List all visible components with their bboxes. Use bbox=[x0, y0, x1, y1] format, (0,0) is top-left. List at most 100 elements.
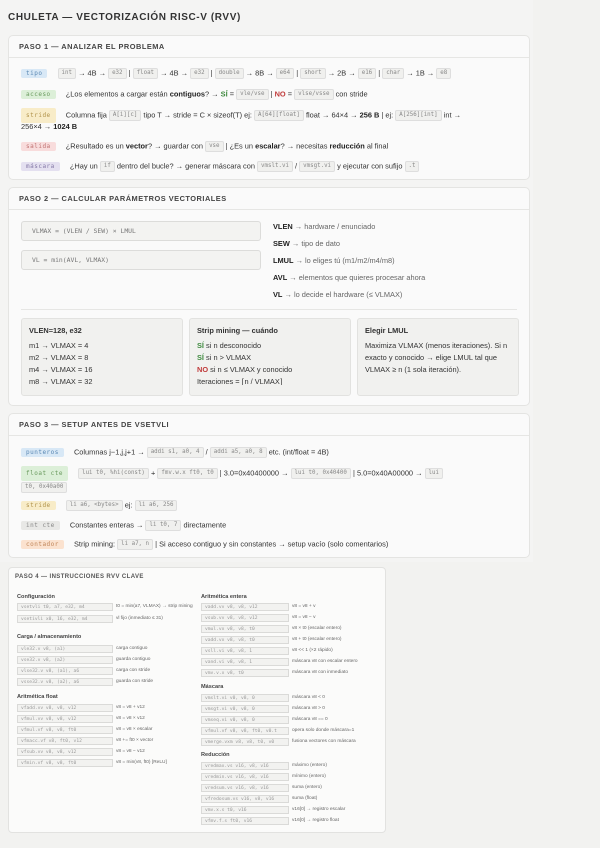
strip-line-1: SÍ si n desconocido bbox=[197, 341, 262, 350]
code-fmv: fmv.w.x ft0, t0 bbox=[157, 468, 218, 479]
code-e64: e64 bbox=[275, 68, 295, 79]
tipo-tag: tipo bbox=[21, 69, 48, 78]
instruction-description: guarda contiguo bbox=[116, 657, 151, 662]
salida-bold: escalar bbox=[255, 141, 281, 151]
instruction-row: vfmul.vv v8, v8, v12 v8 = v8 × v12 bbox=[17, 715, 145, 723]
separator: | bbox=[378, 68, 381, 78]
salida-text: ¿Es un bbox=[229, 141, 254, 151]
divider bbox=[21, 309, 517, 310]
instruction-row: vand.vi v8, v8, 1 máscara v8 con escalar … bbox=[201, 658, 358, 666]
instruction-code: vredmax.vs v16, v8, v16 bbox=[201, 762, 289, 770]
acceso-text: ¿Los elementos a cargar están bbox=[65, 89, 168, 99]
instruction-description: v8 + t0 (escalar entero) bbox=[292, 637, 342, 642]
carga-heading: Carga / almacenamiento bbox=[17, 634, 82, 640]
salida-bold: reducción bbox=[329, 141, 365, 151]
stride-text: int → bbox=[443, 110, 461, 120]
instruction-description: v8 = v8 − v bbox=[292, 615, 316, 620]
afloat-heading: Aritmética float bbox=[17, 694, 58, 700]
instruction-row: vmslt.vi v0, v8, 0 máscara v8 < 0 bbox=[201, 694, 325, 702]
instruction-row: vredmin.vs v16, v8, v16 mínimo (entero) bbox=[201, 773, 326, 781]
salida-text: ? → necesitas bbox=[280, 141, 328, 151]
instruction-row: vmul.vx v8, v8, t0 v8 × t0 (escalar enter… bbox=[201, 625, 341, 633]
paso3-card: PASO 3 — SETUP ANTES DE VSETVLI punteros… bbox=[8, 413, 530, 558]
instruction-description: v8 = v8 × v12 bbox=[116, 716, 145, 721]
instruction-description: v16[0] → registro escalar bbox=[292, 807, 346, 812]
instruction-code: vredmin.vs v16, v8, v16 bbox=[201, 773, 289, 781]
instruction-description: suma (float) bbox=[292, 796, 318, 801]
code-lui-5: lui bbox=[424, 468, 444, 479]
stride-text: ej: bbox=[385, 110, 394, 120]
instruction-description: máximo (entero) bbox=[292, 763, 327, 768]
instruction-row: vmv.v.x v8, t0 máscara v8 con inmediato bbox=[201, 669, 348, 677]
code-a256: A[256][int] bbox=[395, 110, 442, 121]
instruction-description: carga con stride bbox=[116, 668, 151, 673]
paso3-float-row2: t0, 0x40a00 bbox=[21, 482, 521, 493]
instruction-code: vfredosum.vs v16, v8, v16 bbox=[201, 795, 289, 803]
separator: | bbox=[270, 89, 273, 99]
definition-avl: AVL → elementos que quieres procesar aho… bbox=[273, 273, 426, 282]
paso1-stride-row: stride Columna fija A[i][c] tipo T → str… bbox=[21, 108, 521, 123]
formula-vlmax: VLMAX = (VLEN / SEW) × LMUL bbox=[21, 221, 261, 241]
int-text: Constantes enteras → bbox=[69, 520, 144, 530]
acceso-text: ? → bbox=[205, 89, 219, 99]
vlmax-m8: m8 → VLMAX = 32 bbox=[29, 377, 93, 386]
code-li-bytes: li a6, <bytes> bbox=[65, 500, 123, 511]
instruction-code: vfmul.vf v8, v8, ft0, v0.t bbox=[201, 727, 289, 735]
punteros-tag: punteros bbox=[21, 448, 64, 457]
separator: | bbox=[225, 141, 228, 151]
instruction-row: vredsum.vs v16, v8, v16 suma (entero) bbox=[201, 784, 322, 792]
instruction-code: vmerge.vxm v8, v8, t0, v0 bbox=[201, 738, 289, 746]
instruction-code: vle32.v v8, (a1) bbox=[17, 645, 113, 653]
instruction-code: vmul.vx v8, v8, t0 bbox=[201, 625, 289, 633]
stride-setup-text: ej: bbox=[124, 500, 133, 510]
instruction-code: vse32.v v8, (a2) bbox=[17, 656, 113, 664]
instruction-code: vfmacc.vf v8, ft0, v12 bbox=[17, 737, 113, 745]
acceso-text: = bbox=[229, 89, 235, 99]
code-int: int bbox=[57, 68, 76, 79]
separator: | bbox=[210, 68, 213, 78]
instruction-description: v16[0] → registro float bbox=[292, 818, 339, 823]
strip-line-3: NO si n ≤ VLMAX y conocido bbox=[197, 365, 293, 374]
instruction-code: vand.vi v8, v8, 1 bbox=[201, 658, 289, 666]
code-vse: vse bbox=[205, 141, 224, 152]
paso1-stride-row2: 256×4 → 1024 B bbox=[21, 122, 521, 131]
instruction-description: carga contiguo bbox=[116, 646, 148, 651]
instruction-description: máscara v8 con inmediato bbox=[292, 670, 348, 675]
code-li-256: li a6, 256 bbox=[134, 500, 178, 511]
instruction-row: vfmv.f.s ft0, v16 v16[0] → registro float bbox=[201, 817, 339, 825]
paso2-definitions: VLEN → hardware / enunciado SEW → tipo d… bbox=[273, 222, 425, 307]
code-li-7: li t0, 7 bbox=[145, 520, 182, 531]
paso4-card: PASO 4 — INSTRUCCIONES RVV CLAVE Configu… bbox=[8, 567, 386, 833]
instruction-row: vfmacc.vf v8, ft0, v12 v8 += ft0 × vector bbox=[17, 737, 153, 745]
code-double: double bbox=[214, 68, 244, 79]
instruction-row: vfmul.vf v8, v8, ft0, v0.t opera solo don… bbox=[201, 727, 354, 735]
salida-text: ? → guardar con bbox=[147, 141, 203, 151]
elegir-lmul-box: Elegir LMUL Maximiza VLMAX (menos iterac… bbox=[357, 318, 519, 396]
paso3-int-row: int cte Constantes enteras → li t0, 7 di… bbox=[21, 520, 521, 531]
code-lui-3: lui t0, 0x40400 bbox=[290, 468, 351, 479]
instruction-description: fusiona vectores con máscara bbox=[292, 739, 356, 744]
code-short: short bbox=[300, 68, 326, 79]
mascara-text: y ejecutar con sufijo bbox=[337, 161, 403, 171]
paso3-float-row: float cte lui t0, %hi(const) + fmv.w.x f… bbox=[21, 466, 521, 481]
instruction-code: vredsum.vs v16, v8, v16 bbox=[201, 784, 289, 792]
instruction-description: mínimo (entero) bbox=[292, 774, 326, 779]
instruction-row: vfsub.vv v8, v8, v12 v8 = v8 − v12 bbox=[17, 748, 145, 756]
punteros-text: / bbox=[205, 447, 208, 457]
contador-tag: contador bbox=[21, 540, 64, 549]
instruction-row: vmerge.vxm v8, v8, t0, v0 fusiona vectore… bbox=[201, 738, 356, 746]
instruction-row: vmseq.vi v0, v8, 0 máscara v8 == 0 bbox=[201, 716, 328, 724]
instruction-row: vmv.x.s t0, v16 v16[0] → registro escalar bbox=[201, 806, 345, 814]
strip-line-2: SÍ si n > VLMAX bbox=[197, 353, 252, 362]
instruction-row: vsub.vv v8, v8, v12 v8 = v8 − v bbox=[201, 614, 315, 622]
instruction-row: vfredosum.vs v16, v8, v16 suma (float) bbox=[201, 795, 317, 803]
code-addi-a5: addi a5, a0, 8 bbox=[209, 447, 267, 458]
instruction-row: vredmax.vs v16, v8, v16 máximo (entero) bbox=[201, 762, 327, 770]
instruction-code: vfadd.vv v8, v8, v12 bbox=[17, 704, 113, 712]
stride-bold: 1024 B bbox=[53, 122, 78, 131]
instruction-description: máscara v8 < 0 bbox=[292, 695, 325, 700]
instruction-code: vmv.v.x v8, t0 bbox=[201, 669, 289, 677]
code-a64: A[64][float] bbox=[254, 110, 304, 121]
code-if: if bbox=[99, 161, 115, 172]
salida-text: al final bbox=[366, 141, 389, 151]
